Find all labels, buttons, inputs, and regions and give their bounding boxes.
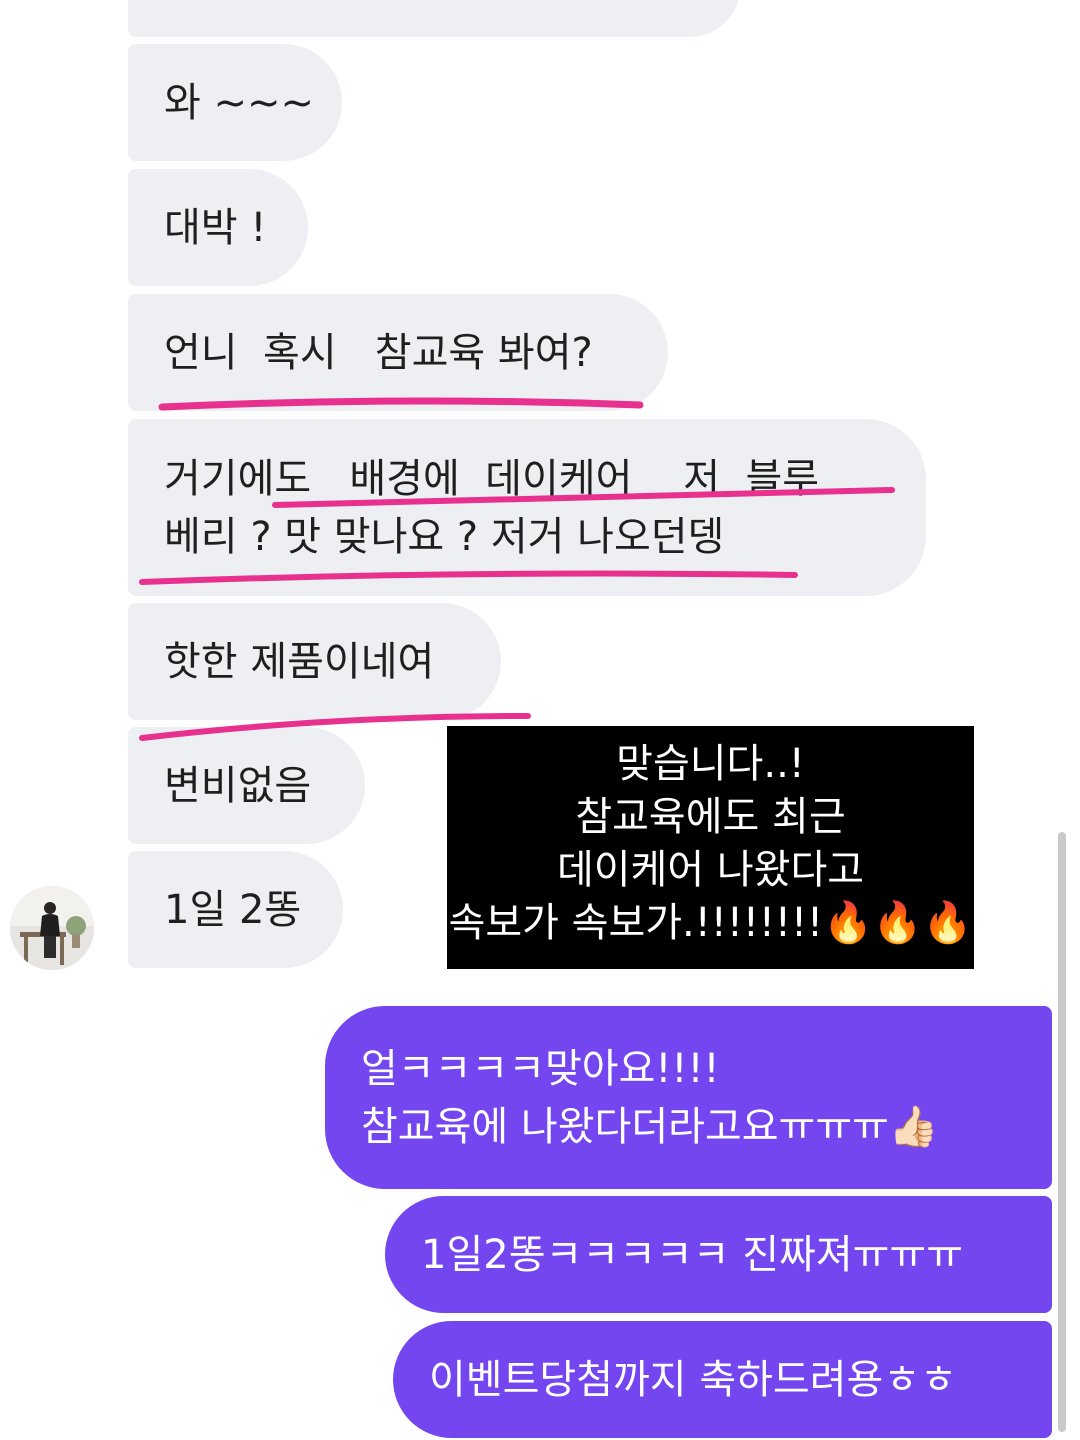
caption-overlay: 맞습니다..! 참교육에도 최근 데이케어 나왔다고 속보가 속보가.!!!!!… [447,726,974,969]
caption-line: 데이케어 나왔다고 [556,847,865,893]
received-message: 1일 2똥 [128,851,343,968]
sent-message: 이벤트당첨까지 축하드려용ㅎㅎ [393,1321,1052,1438]
sender-avatar[interactable] [10,886,94,970]
sent-message: 얼ㅋㅋㅋㅋ맞아요!!!! 참교육에 나왔다더라고요ㅠㅠㅠ👍🏻 [325,1006,1052,1189]
caption-line: 맞습니다..! [616,741,805,787]
received-message: 대박 ! [128,169,308,286]
caption-line: 참교육에도 최근 [575,794,846,840]
received-message: 와 ~~~ [128,44,342,161]
received-message: 언니 혹시 참교육 봐여? [128,294,668,411]
received-message: 핫한 제품이네여 [128,603,501,720]
message-line: 베리 ? 맛 맞나요 ? 저거 나오던뎅 [164,513,725,560]
avatar-photo-icon [10,886,94,970]
received-message: 변비없음 [128,727,365,844]
caption-line: 속보가 속보가.!!!!!!!!🔥🔥🔥 [448,900,973,946]
message-line: 얼ㅋㅋㅋㅋ맞아요!!!! [361,1045,720,1092]
message-line: 참교육에 나왔다더라고요ㅠㅠㅠ👍🏻 [361,1103,939,1150]
scrollbar[interactable] [1058,832,1066,1432]
received-message-partial [128,0,740,37]
sent-message: 1일2똥ㅋㅋㅋㅋㅋ 진짜져ㅠㅠㅠ [385,1196,1052,1313]
chat-thread[interactable]: 와 ~~~ 대박 ! 언니 혹시 참교육 봐여? 거기에도 배경에 데이케어 저… [0,0,1080,1440]
received-message: 거기에도 배경에 데이케어 저 블루 베리 ? 맛 맞나요 ? 저거 나오던뎅 [128,419,926,596]
message-line: 거기에도 배경에 데이케어 저 블루 [164,455,820,502]
